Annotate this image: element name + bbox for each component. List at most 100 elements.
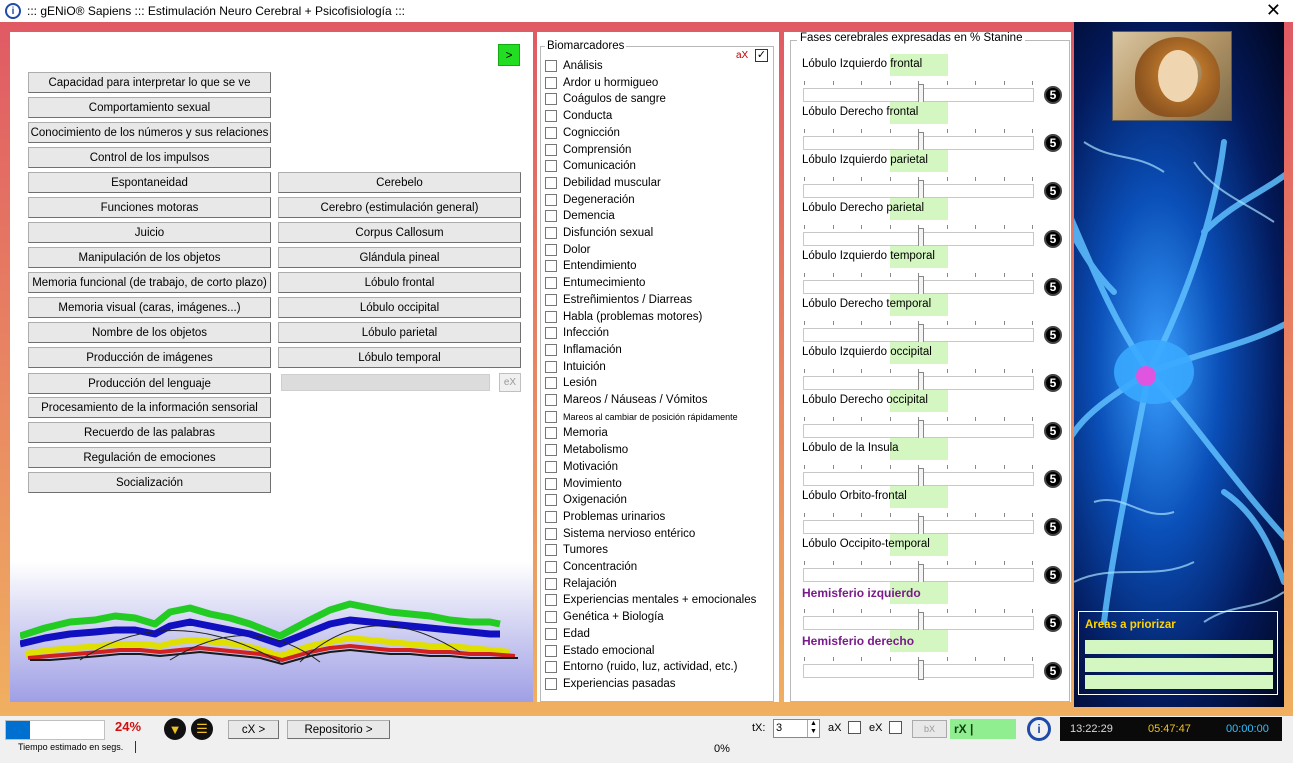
biomarker-item[interactable]: Dolor	[545, 242, 590, 258]
biomarker-checkbox[interactable]	[545, 410, 557, 423]
biomarker-item[interactable]: Inflamación	[545, 342, 622, 358]
phase-slider[interactable]	[803, 321, 1034, 344]
slider-thumb[interactable]	[918, 516, 924, 536]
slider-thumb[interactable]	[918, 228, 924, 248]
biomarker-checkbox[interactable]	[545, 627, 557, 640]
menu-lines-icon[interactable]: ☰	[191, 718, 213, 740]
biomarker-item[interactable]: Motivación	[545, 459, 618, 475]
region-button[interactable]: Lóbulo frontal	[278, 272, 521, 293]
biomarkers-ax-checkbox[interactable]: ✓	[755, 49, 768, 62]
biomarker-checkbox[interactable]	[545, 143, 557, 156]
function-button[interactable]: Regulación de emociones	[28, 447, 271, 468]
function-button[interactable]: Memoria funcional (de trabajo, de corto …	[28, 272, 271, 293]
biomarker-checkbox[interactable]	[545, 510, 557, 523]
biomarker-item[interactable]: Mareos al cambiar de posición rápidament…	[545, 409, 738, 425]
region-button[interactable]: Corpus Callosum	[278, 222, 521, 243]
biomarker-item[interactable]: Relajación	[545, 576, 617, 592]
region-button[interactable]: Lóbulo parietal	[278, 322, 521, 343]
region-button[interactable]: Glándula pineal	[278, 247, 521, 268]
genio-info-icon[interactable]: i	[1027, 717, 1051, 741]
biomarker-item[interactable]: Lesión	[545, 375, 597, 391]
function-button[interactable]: Producción de imágenes	[28, 347, 271, 368]
region-search-input[interactable]	[281, 374, 490, 391]
biomarker-item[interactable]: Coágulos de sangre	[545, 91, 666, 107]
biomarker-checkbox[interactable]	[545, 93, 557, 106]
biomarker-item[interactable]: Comprensión	[545, 142, 631, 158]
slider-thumb[interactable]	[918, 420, 924, 440]
biomarker-item[interactable]: Demencia	[545, 208, 615, 224]
biomarker-checkbox[interactable]	[545, 444, 557, 457]
phase-slider[interactable]	[803, 225, 1034, 248]
slider-thumb[interactable]	[918, 180, 924, 200]
biomarker-checkbox[interactable]	[545, 310, 557, 323]
biomarker-checkbox[interactable]	[545, 494, 557, 507]
function-button[interactable]: Control de los impulsos	[28, 147, 271, 168]
phase-slider[interactable]	[803, 369, 1034, 392]
biomarker-item[interactable]: Sistema nervioso entérico	[545, 526, 695, 542]
arrow-down-icon[interactable]: ▼	[164, 718, 186, 740]
biomarker-item[interactable]: Cognicción	[545, 125, 620, 141]
slider-thumb[interactable]	[918, 660, 924, 680]
biomarker-checkbox[interactable]	[545, 277, 557, 290]
biomarker-checkbox[interactable]	[545, 260, 557, 273]
biomarker-checkbox[interactable]	[545, 661, 557, 674]
biomarker-item[interactable]: Entorno (ruido, luz, actividad, etc.)	[545, 659, 738, 675]
function-button[interactable]: Conocimiento de los números y sus relaci…	[28, 122, 271, 143]
slider-thumb[interactable]	[918, 132, 924, 152]
biomarker-checkbox[interactable]	[545, 327, 557, 340]
biomarker-item[interactable]: Estreñimientos / Diarreas	[545, 292, 692, 308]
biomarker-checkbox[interactable]	[545, 126, 557, 139]
slider-thumb[interactable]	[918, 324, 924, 344]
function-button[interactable]: Producción del lenguaje	[28, 373, 271, 394]
biomarker-checkbox[interactable]	[545, 677, 557, 690]
function-button[interactable]: Capacidad para interpretar lo que se ve	[28, 72, 271, 93]
biomarker-checkbox[interactable]	[545, 611, 557, 624]
biomarker-checkbox[interactable]	[545, 577, 557, 590]
biomarker-item[interactable]: Entendimiento	[545, 258, 637, 274]
biomarker-item[interactable]: Análisis	[545, 58, 603, 74]
phase-slider[interactable]	[803, 417, 1034, 440]
ax-checkbox[interactable]	[848, 721, 861, 734]
function-button[interactable]: Recuerdo de las palabras	[28, 422, 271, 443]
biomarker-checkbox[interactable]	[545, 394, 557, 406]
cx-button[interactable]: cX >	[228, 720, 279, 739]
biomarker-checkbox[interactable]	[545, 544, 557, 557]
biomarker-checkbox[interactable]	[545, 343, 557, 356]
function-button[interactable]: Memoria visual (caras, imágenes...)	[28, 297, 271, 318]
region-button[interactable]: Cerebro (estimulación general)	[278, 197, 521, 218]
biomarker-item[interactable]: Conducta	[545, 108, 612, 124]
biomarker-item[interactable]: Problemas urinarios	[545, 509, 665, 525]
phase-slider[interactable]	[803, 513, 1034, 536]
function-button[interactable]: Funciones motoras	[28, 197, 271, 218]
function-button[interactable]: Juicio	[28, 222, 271, 243]
biomarker-item[interactable]: Tumores	[545, 542, 608, 558]
biomarker-item[interactable]: Concentración	[545, 559, 637, 575]
biomarker-checkbox[interactable]	[545, 460, 557, 473]
biomarker-checkbox[interactable]	[545, 227, 557, 239]
biomarker-checkbox[interactable]	[545, 427, 557, 440]
phase-slider[interactable]	[803, 465, 1034, 488]
slider-thumb[interactable]	[918, 84, 924, 104]
phase-slider[interactable]	[803, 129, 1034, 152]
slider-thumb[interactable]	[918, 564, 924, 584]
biomarker-item[interactable]: Experiencias mentales + emocionales	[545, 592, 756, 608]
tx-spinner[interactable]: 3 ▲ ▼	[773, 719, 820, 738]
biomarker-item[interactable]: Disfunción sexual	[545, 225, 653, 241]
rx-indicator[interactable]: rX |	[950, 719, 1016, 739]
biomarker-item[interactable]: Oxigenación	[545, 492, 627, 508]
region-button[interactable]: Lóbulo temporal	[278, 347, 521, 368]
biomarker-item[interactable]: Estado emocional	[545, 643, 654, 659]
biomarker-checkbox[interactable]	[545, 644, 557, 657]
biomarker-checkbox[interactable]	[545, 561, 557, 573]
biomarker-item[interactable]: Debilidad muscular	[545, 175, 661, 191]
phase-slider[interactable]	[803, 177, 1034, 200]
spinner-arrows-icon[interactable]: ▲ ▼	[807, 720, 819, 737]
close-icon[interactable]: ✕	[1266, 0, 1281, 20]
biomarker-item[interactable]: Entumecimiento	[545, 275, 645, 291]
function-button[interactable]: Manipulación de los objetos	[28, 247, 271, 268]
go-button[interactable]: >	[498, 44, 520, 66]
biomarker-item[interactable]: Genética + Biología	[545, 609, 664, 625]
biomarker-item[interactable]: Intuición	[545, 359, 606, 375]
biomarker-checkbox[interactable]	[545, 160, 557, 173]
biomarker-item[interactable]: Ardor u hormigueo	[545, 75, 658, 91]
